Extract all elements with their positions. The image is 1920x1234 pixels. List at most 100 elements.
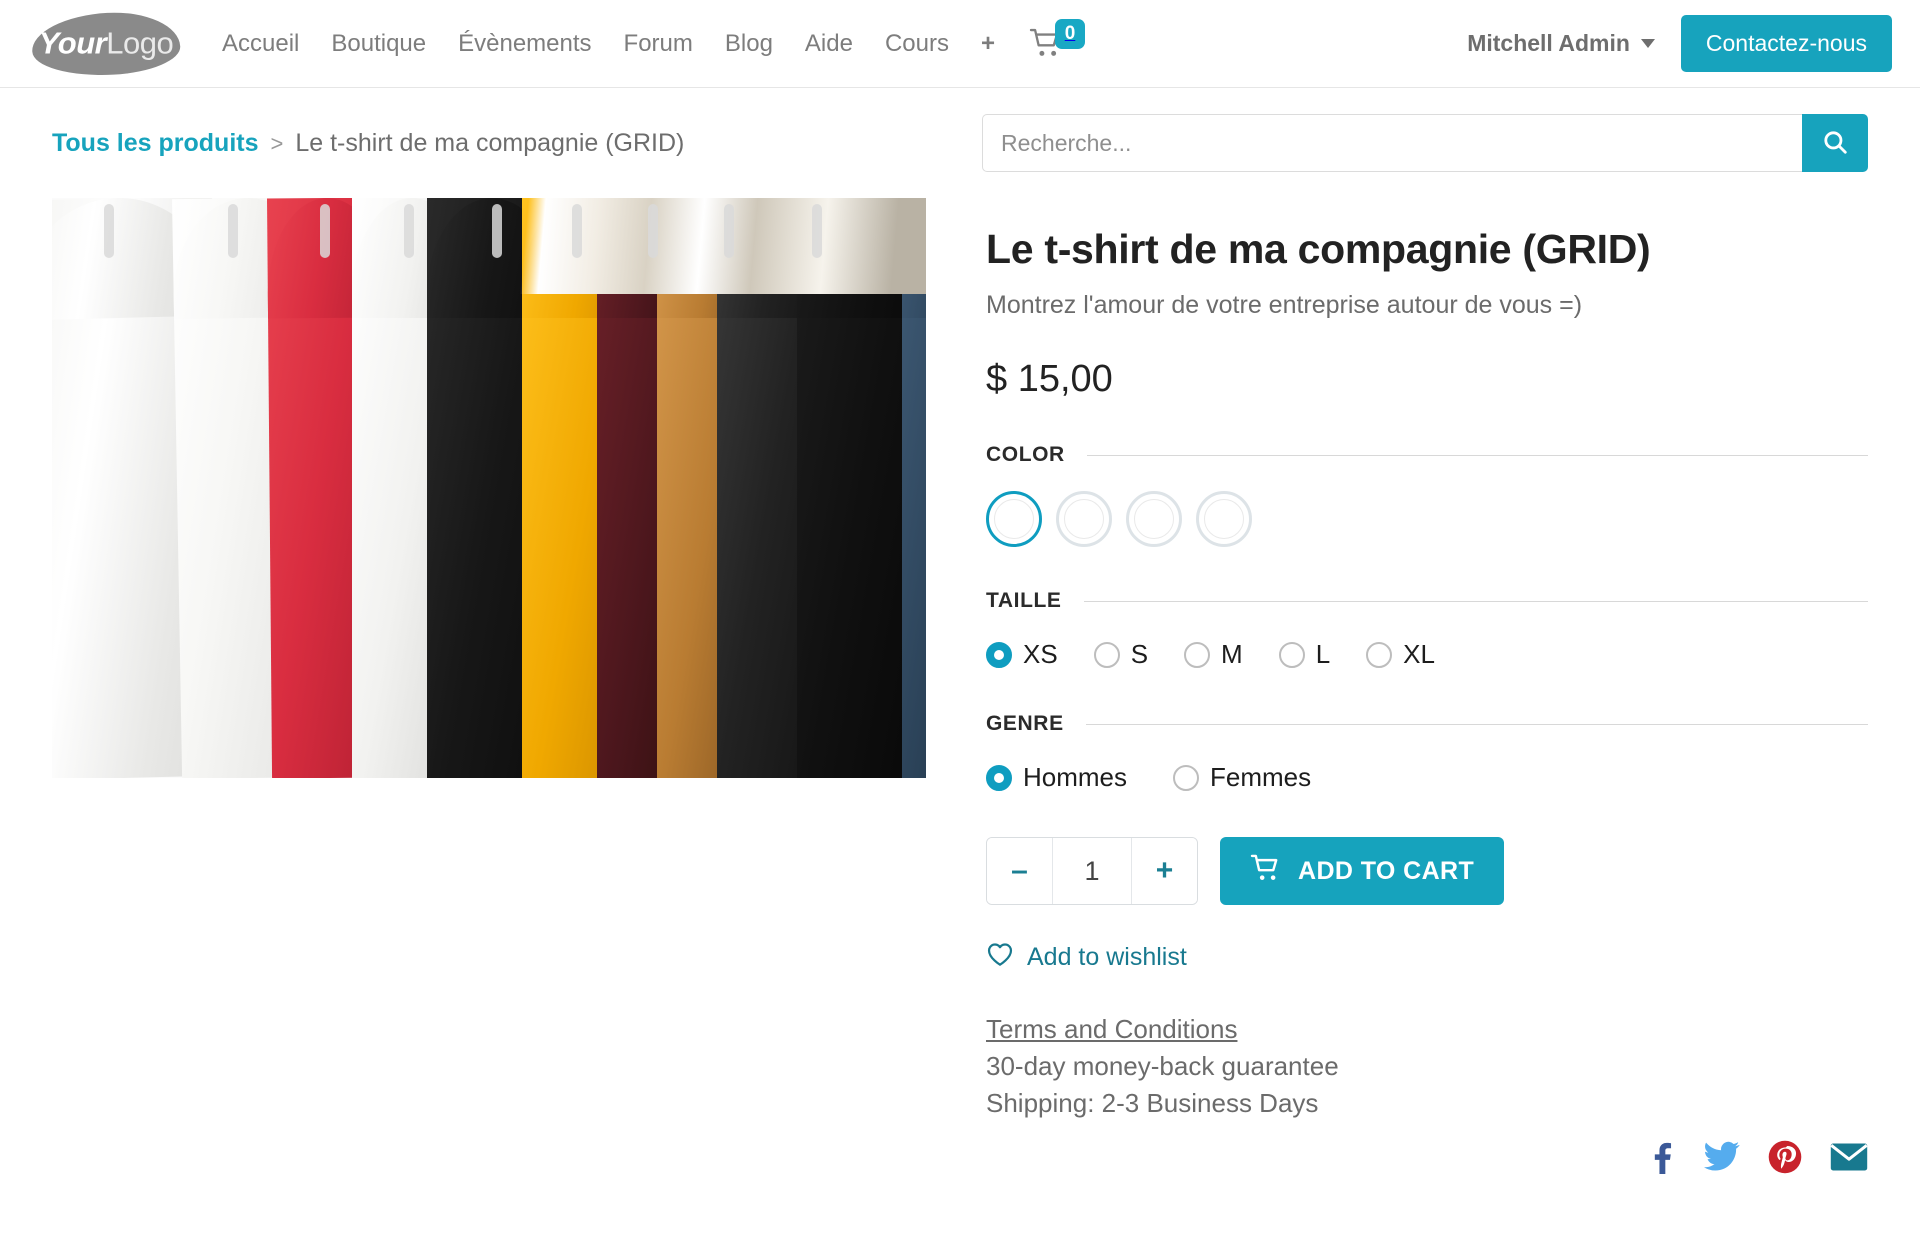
- photo-hanger-9: [812, 204, 822, 258]
- header-right-group: Mitchell Admin Contactez-nous: [1467, 15, 1892, 72]
- add-to-wishlist-label: Add to wishlist: [1027, 943, 1187, 972]
- photo-hanger-1: [104, 204, 114, 258]
- breadcrumb-search-bar: Tous les produits > Le t-shirt de ma com…: [0, 88, 1920, 198]
- social-share-group: [1646, 1140, 1868, 1174]
- color-swatch-1-fill: [994, 499, 1034, 540]
- radio-icon-m: [1184, 641, 1211, 668]
- nav-item-evenements[interactable]: Évènements: [442, 22, 607, 66]
- size-attribute-header: TAILLE: [986, 589, 1868, 613]
- color-swatch-4-fill: [1204, 499, 1244, 540]
- main-navigation: Accueil Boutique Évènements Forum Blog A…: [206, 22, 1011, 66]
- terms-and-conditions-link[interactable]: Terms and Conditions: [986, 1014, 1237, 1045]
- size-option-l[interactable]: L: [1278, 639, 1331, 670]
- cart-link[interactable]: 0: [1029, 19, 1086, 63]
- contact-us-button[interactable]: Contactez-nous: [1680, 15, 1892, 72]
- breadcrumb-separator: >: [270, 130, 284, 156]
- search-icon: [1822, 129, 1848, 158]
- size-label: TAILLE: [986, 589, 1062, 613]
- product-title: Le t-shirt de ma compagnie (GRID): [986, 226, 1651, 272]
- color-divider: [1086, 454, 1868, 456]
- photo-hanger-6: [572, 204, 582, 258]
- cart-count-badge: 0: [1055, 19, 1086, 49]
- size-option-s[interactable]: S: [1093, 639, 1149, 670]
- nav-item-blog[interactable]: Blog: [709, 22, 789, 66]
- add-to-cart-label: ADD TO CART: [1298, 856, 1475, 885]
- shopping-cart-icon: [1250, 854, 1282, 889]
- photo-hanger-5: [492, 204, 502, 258]
- product-info-column: Le t-shirt de ma compagnie (GRID) Montre…: [972, 198, 1868, 1119]
- product-media-column: [52, 198, 972, 1119]
- chevron-down-icon: [1640, 39, 1655, 48]
- twitter-icon: [1704, 1141, 1740, 1177]
- gender-option-hommes-label: Hommes: [1023, 762, 1128, 793]
- terms-block: Terms and Conditions 30-day money-back g…: [986, 1014, 1868, 1119]
- money-back-text: 30-day money-back guarantee: [986, 1051, 1339, 1082]
- nav-item-accueil[interactable]: Accueil: [206, 22, 315, 66]
- product-page-main: Le t-shirt de ma compagnie (GRID) Montre…: [0, 198, 1920, 1119]
- photo-clothing-rail: [52, 198, 926, 294]
- gender-radio-group: Hommes Femmes: [986, 762, 1868, 793]
- site-header: YourLogo Accueil Boutique Évènements For…: [0, 0, 1920, 88]
- user-menu[interactable]: Mitchell Admin: [1467, 30, 1655, 57]
- gender-option-femmes[interactable]: Femmes: [1173, 762, 1311, 793]
- gender-label: GENRE: [986, 712, 1064, 736]
- size-option-xs[interactable]: XS: [986, 639, 1058, 670]
- quantity-increase-button[interactable]: +: [1131, 838, 1197, 905]
- nav-item-cours[interactable]: Cours: [869, 22, 965, 66]
- product-subtitle: Montrez l'amour de votre entreprise auto…: [986, 291, 1583, 320]
- pinterest-share-button[interactable]: [1768, 1140, 1802, 1174]
- email-share-button[interactable]: [1830, 1142, 1868, 1172]
- radio-icon-xl: [1366, 641, 1393, 668]
- color-swatch-1[interactable]: [986, 491, 1042, 548]
- color-swatch-group: [986, 491, 1868, 548]
- photo-hanger-7: [648, 204, 658, 258]
- size-option-xl[interactable]: XL: [1366, 639, 1435, 670]
- radio-icon-hommes: [986, 764, 1012, 791]
- gender-divider: [1085, 723, 1868, 725]
- quantity-decrease-button[interactable]: –: [987, 838, 1053, 905]
- gender-option-femmes-label: Femmes: [1210, 762, 1312, 793]
- size-option-s-label: S: [1130, 639, 1149, 670]
- radio-icon-l: [1278, 641, 1305, 668]
- twitter-share-button[interactable]: [1704, 1141, 1740, 1173]
- nav-item-forum[interactable]: Forum: [608, 22, 709, 66]
- site-logo[interactable]: YourLogo: [30, 8, 182, 79]
- quantity-input[interactable]: [1053, 838, 1131, 905]
- photo-hanger-3: [320, 204, 330, 258]
- color-swatch-3-fill: [1134, 499, 1174, 540]
- facebook-share-button[interactable]: [1646, 1140, 1676, 1174]
- shipping-text: Shipping: 2-3 Business Days: [986, 1088, 1319, 1119]
- logo-text-your: Your: [38, 24, 107, 60]
- breadcrumb-all-products[interactable]: Tous les produits: [52, 129, 259, 158]
- add-page-plus-icon[interactable]: +: [965, 22, 1011, 66]
- photo-hanger-8: [724, 204, 734, 258]
- heart-icon: [986, 941, 1014, 974]
- user-name: Mitchell Admin: [1467, 30, 1630, 56]
- photo-hanger-2: [228, 204, 238, 258]
- search-button[interactable]: [1802, 114, 1868, 172]
- purchase-row: – + ADD TO CART: [986, 837, 1868, 906]
- logo-text: YourLogo: [38, 24, 174, 61]
- size-radio-group: XS S M L XL: [986, 639, 1868, 670]
- color-swatch-3[interactable]: [1126, 491, 1182, 548]
- color-swatch-2[interactable]: [1056, 491, 1112, 548]
- product-image[interactable]: [52, 198, 926, 778]
- facebook-icon: [1646, 1142, 1676, 1178]
- size-option-xs-label: XS: [1023, 639, 1058, 670]
- pinterest-icon: [1768, 1140, 1802, 1178]
- gender-option-hommes[interactable]: Hommes: [986, 762, 1127, 793]
- email-icon: [1830, 1143, 1868, 1176]
- size-option-m[interactable]: M: [1184, 639, 1243, 670]
- size-divider: [1083, 600, 1868, 602]
- color-swatch-4[interactable]: [1196, 491, 1252, 548]
- add-to-cart-button[interactable]: ADD TO CART: [1220, 837, 1505, 906]
- nav-item-boutique[interactable]: Boutique: [315, 22, 442, 66]
- radio-icon-s: [1093, 641, 1120, 668]
- logo-text-logo: Logo: [106, 24, 174, 60]
- search-group: [982, 114, 1868, 172]
- size-option-l-label: L: [1315, 639, 1331, 670]
- radio-icon-femmes: [1173, 764, 1200, 791]
- nav-item-aide[interactable]: Aide: [789, 22, 869, 66]
- add-to-wishlist-button[interactable]: Add to wishlist: [986, 941, 1187, 974]
- search-input[interactable]: [982, 114, 1802, 172]
